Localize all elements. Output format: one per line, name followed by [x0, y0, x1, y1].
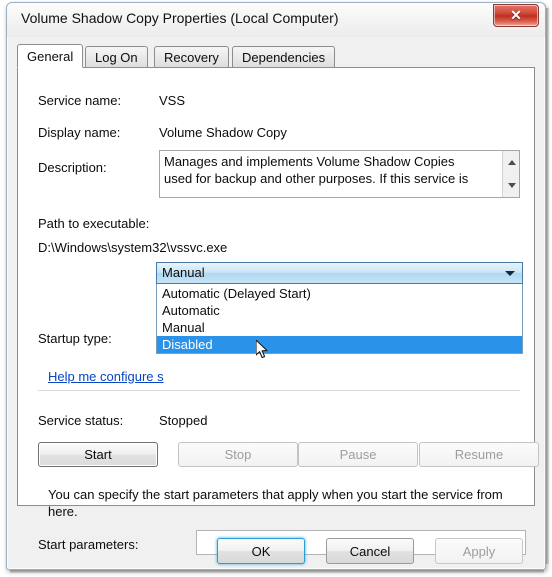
close-button[interactable]: ✕ [493, 4, 539, 27]
display-name-value: Volume Shadow Copy [159, 125, 287, 140]
description-label: Description: [38, 160, 107, 175]
startup-type-combobox[interactable]: Manual [156, 262, 523, 284]
description-value: Manages and implements Volume Shadow Cop… [164, 154, 469, 186]
help-configure-link[interactable]: Help me configure s [48, 369, 164, 384]
tab-strip: General Log On Recovery Dependencies [17, 44, 535, 68]
startup-type-label: Startup type: [38, 331, 112, 346]
path-to-executable-value: D:\Windows\system32\vssvc.exe [38, 240, 228, 255]
separator-above-status [38, 390, 520, 391]
tab-dependencies[interactable]: Dependencies [232, 46, 336, 68]
close-icon: ✕ [510, 7, 522, 23]
service-properties-dialog: Volume Shadow Copy Properties (Local Com… [6, 2, 546, 570]
pause-button: Pause [298, 442, 418, 467]
tab-log-on[interactable]: Log On [85, 46, 148, 68]
dropdown-item-disabled[interactable]: Disabled [157, 336, 522, 353]
start-parameters-label: Start parameters: [38, 537, 139, 552]
window-edge-bottom [10, 570, 544, 573]
resume-button: Resume [419, 442, 539, 467]
dropdown-item-manual[interactable]: Manual [157, 319, 522, 336]
service-status-value: Stopped [159, 413, 208, 428]
tab-recovery[interactable]: Recovery [154, 46, 229, 68]
dropdown-item-automatic-delayed[interactable]: Automatic (Delayed Start) [157, 285, 522, 302]
service-name-label: Service name: [38, 93, 122, 108]
scroll-up-icon[interactable] [503, 151, 520, 174]
path-to-executable-label: Path to executable: [38, 216, 150, 231]
ok-button[interactable]: OK [217, 538, 305, 564]
apply-button: Apply [435, 538, 523, 564]
window-edge-right [546, 8, 549, 564]
scroll-down-icon[interactable] [503, 174, 520, 197]
title-bar: Volume Shadow Copy Properties (Local Com… [7, 3, 545, 37]
service-name-value: VSS [159, 93, 186, 108]
stop-button: Stop [178, 442, 298, 467]
cancel-button[interactable]: Cancel [326, 538, 414, 564]
chevron-down-icon [505, 271, 515, 276]
start-button[interactable]: Start [38, 442, 158, 467]
startup-type-dropdown-list[interactable]: Automatic (Delayed Start) Automatic Manu… [156, 284, 523, 354]
startup-type-selected-value: Manual [162, 265, 205, 280]
display-name-label: Display name: [38, 125, 121, 140]
description-scrollbar[interactable] [502, 151, 519, 197]
service-status-label: Service status: [38, 413, 124, 428]
tab-general[interactable]: General [17, 44, 84, 68]
dropdown-item-automatic[interactable]: Automatic [157, 302, 522, 319]
description-textbox[interactable]: Manages and implements Volume Shadow Cop… [159, 150, 520, 198]
window-title: Volume Shadow Copy Properties (Local Com… [21, 10, 339, 26]
start-parameters-info: You can specify the start parameters tha… [48, 487, 503, 519]
